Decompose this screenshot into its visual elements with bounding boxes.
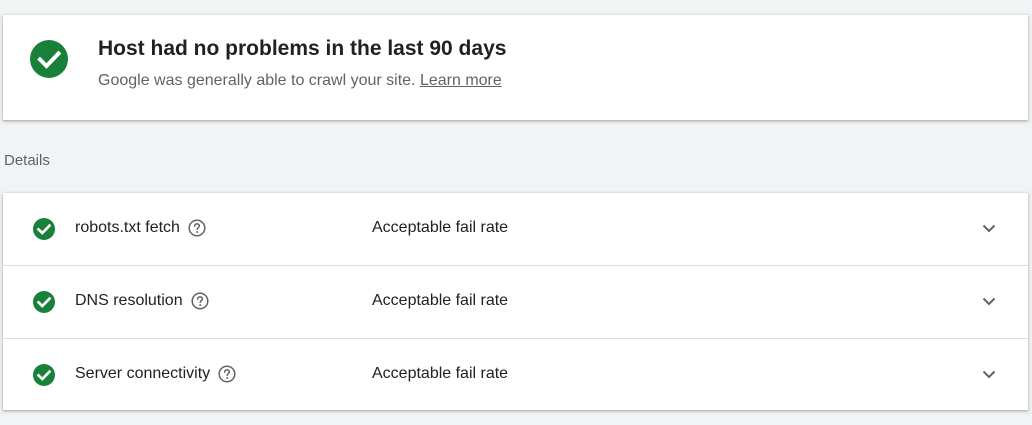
- detail-row-status: Acceptable fail rate: [372, 292, 509, 309]
- chevron-down-icon[interactable]: [978, 363, 1000, 385]
- chevron-down-icon[interactable]: [978, 290, 1000, 312]
- detail-row-label-wrap: Server connectivity: [75, 365, 236, 383]
- details-heading: Details: [4, 152, 50, 169]
- host-status-summary-card: Host had no problems in the last 90 days…: [3, 15, 1028, 120]
- detail-row-robots-txt-fetch[interactable]: robots.txt fetch Acceptable fail rate: [3, 193, 1028, 266]
- detail-row-label: robots.txt fetch: [75, 219, 180, 236]
- detail-row-status: Acceptable fail rate: [372, 219, 509, 236]
- detail-row-label: Server connectivity: [75, 365, 211, 382]
- check-circle-icon: [33, 291, 55, 313]
- detail-row-dns-resolution[interactable]: DNS resolution Acceptable fail rate: [3, 266, 1028, 339]
- chevron-down-icon[interactable]: [978, 217, 1000, 239]
- summary-description: Google was generally able to crawl your …: [98, 72, 416, 89]
- detail-row-server-connectivity[interactable]: Server connectivity Acceptable fail rate: [3, 339, 1028, 411]
- details-list: robots.txt fetch Acceptable fail rate DN…: [3, 193, 1028, 410]
- check-circle-icon: [33, 218, 55, 240]
- detail-row-label-wrap: DNS resolution: [75, 292, 209, 310]
- check-circle-icon: [33, 364, 55, 386]
- help-icon[interactable]: [191, 292, 209, 310]
- help-icon[interactable]: [218, 365, 236, 383]
- detail-row-label-wrap: robots.txt fetch: [75, 219, 206, 237]
- learn-more-link[interactable]: Learn more: [420, 72, 502, 89]
- detail-row-status: Acceptable fail rate: [372, 365, 509, 382]
- summary-title: Host had no problems in the last 90 days: [98, 37, 507, 60]
- help-icon[interactable]: [188, 219, 206, 237]
- summary-description-line: Google was generally able to crawl your …: [98, 72, 502, 90]
- detail-row-label: DNS resolution: [75, 292, 183, 309]
- check-circle-icon: [30, 40, 68, 78]
